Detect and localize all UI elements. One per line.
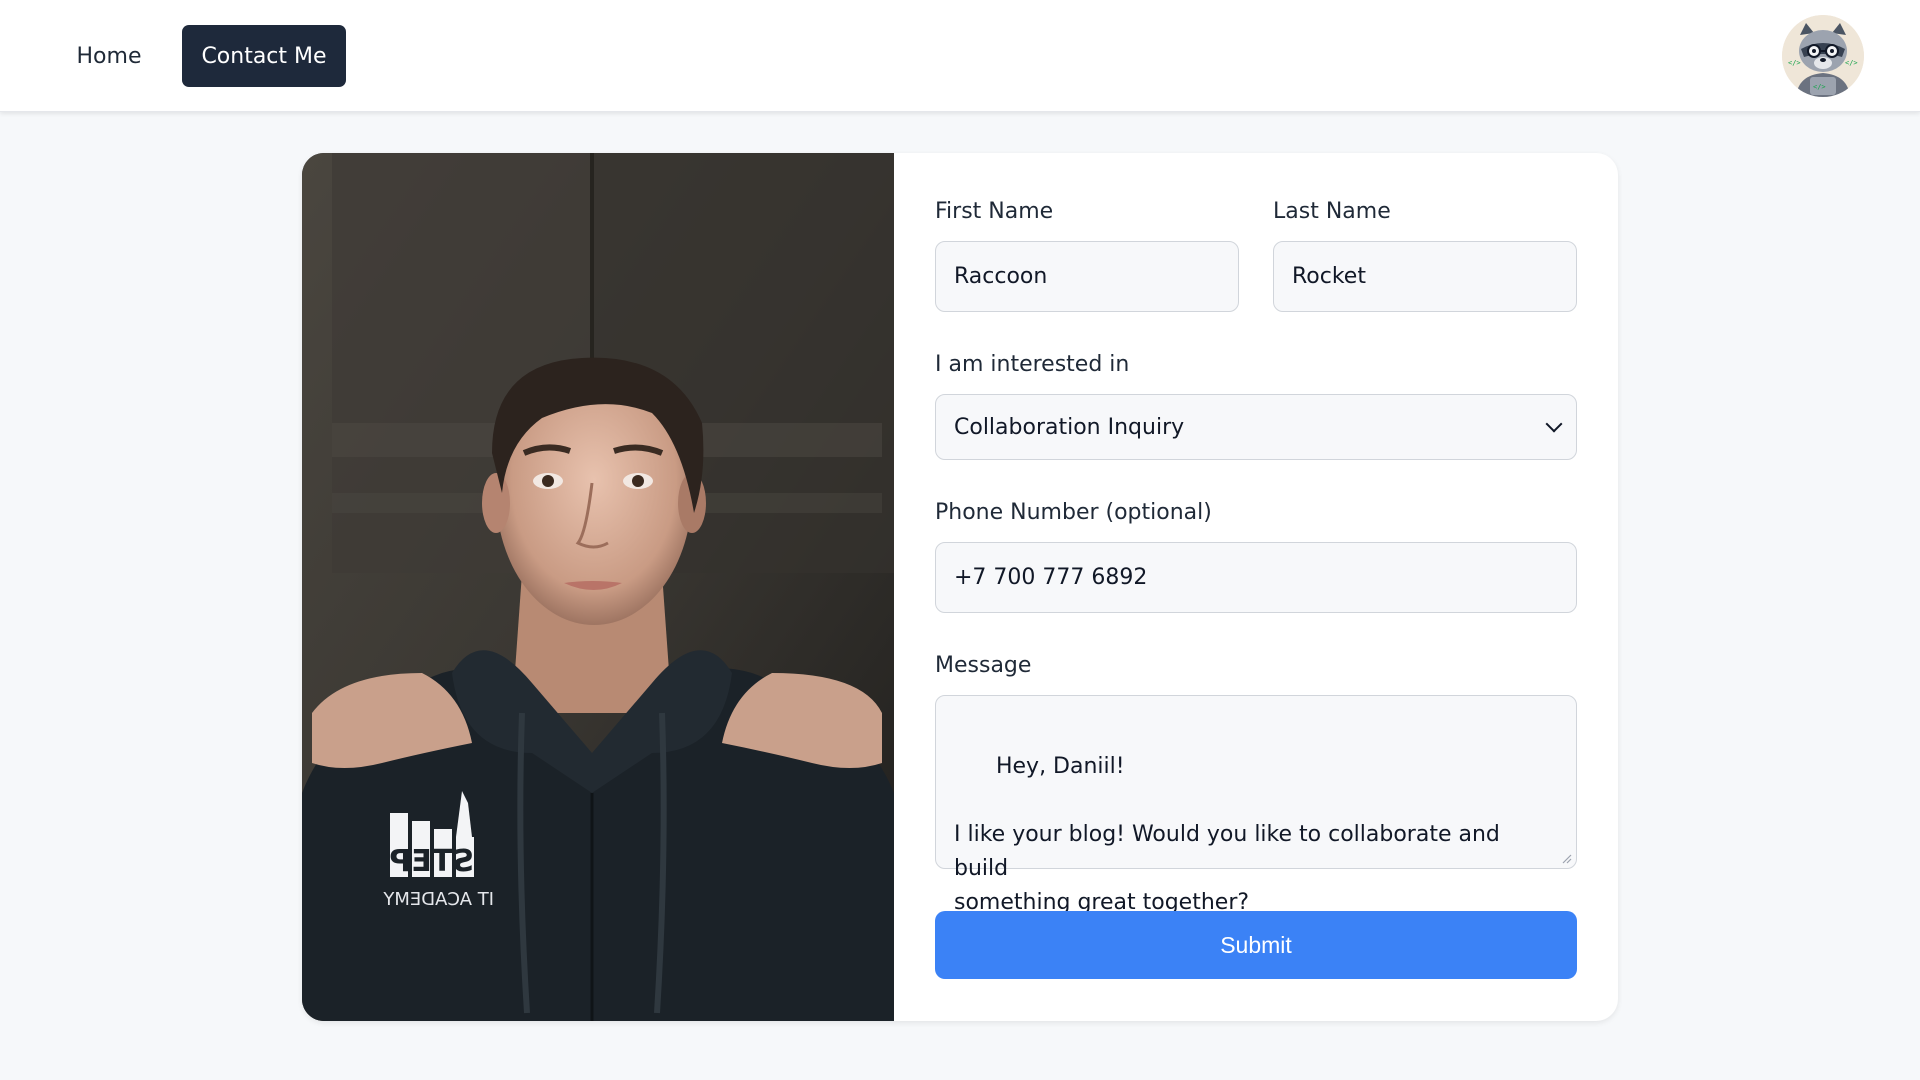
raccoon-avatar-icon: </> </> </> — [1782, 15, 1864, 97]
nav-home-link[interactable]: Home — [56, 25, 162, 87]
submit-button[interactable]: Submit — [935, 911, 1577, 979]
first-name-field[interactable]: Raccoon — [935, 241, 1239, 312]
profile-photo: STEP IT ACADEMY — [302, 153, 894, 1021]
svg-text:</>: </> — [1788, 59, 1801, 67]
resize-handle-icon[interactable] — [1562, 854, 1572, 864]
phone-field[interactable]: +7 700 777 6892 — [935, 542, 1577, 613]
hoodie-print-bottom: IT ACADEMY — [382, 889, 494, 910]
svg-text:</>: </> — [1813, 83, 1826, 91]
last-name-label: Last Name — [1273, 199, 1391, 224]
interest-label: I am interested in — [935, 352, 1130, 377]
message-text: Hey, Daniil! I like your blog! Would you… — [954, 754, 1500, 915]
svg-text:</>: </> — [1845, 59, 1858, 67]
phone-label: Phone Number (optional) — [935, 500, 1212, 525]
message-label: Message — [935, 653, 1032, 678]
message-textarea[interactable]: Hey, Daniil! I like your blog! Would you… — [935, 695, 1577, 915]
top-navigation-bar: Home Contact Me </> </> </> — [0, 0, 1920, 112]
interest-selected-value: Collaboration Inquiry — [954, 414, 1185, 440]
hoodie-print-top: STEP — [389, 844, 474, 879]
nav-contact-link[interactable]: Contact Me — [182, 25, 346, 87]
user-avatar[interactable]: </> </> </> — [1782, 15, 1864, 97]
last-name-field[interactable]: Rocket — [1273, 241, 1577, 312]
first-name-label: First Name — [935, 199, 1054, 224]
contact-form: First Name Raccoon Last Name Rocket I am… — [935, 153, 1577, 1021]
chevron-down-icon — [1545, 415, 1563, 433]
interest-select[interactable]: Collaboration Inquiry — [935, 394, 1577, 460]
contact-card: STEP IT ACADEMY First Name Raccoon Last … — [302, 153, 1618, 1021]
